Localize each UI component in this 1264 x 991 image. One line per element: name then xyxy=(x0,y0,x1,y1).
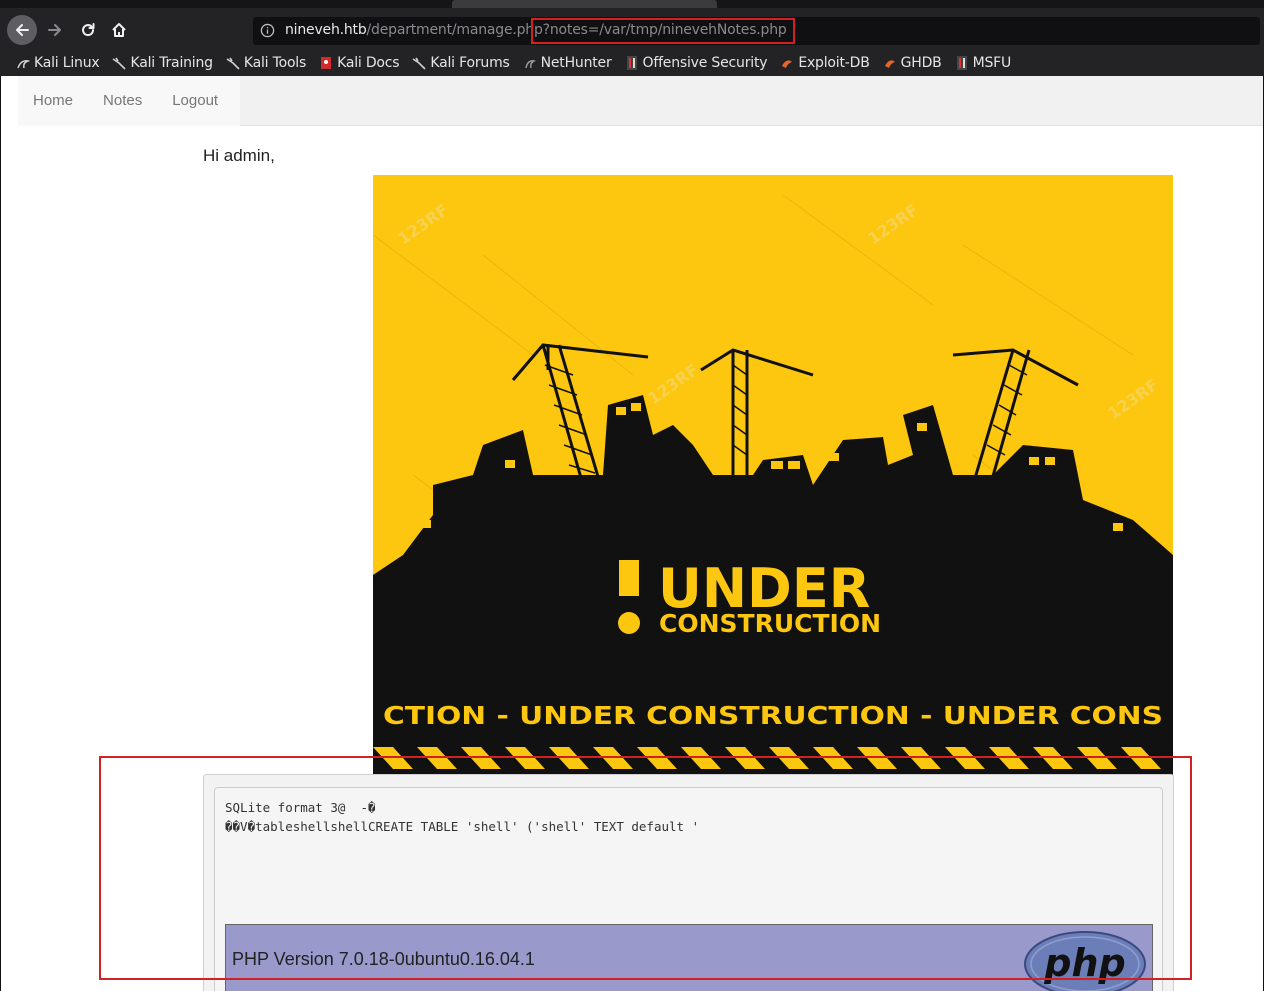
site-nav-links: Home Notes Logout xyxy=(18,76,240,126)
arrow-right-icon xyxy=(48,24,61,36)
bookmarks-toolbar: Kali Linux Kali Training Kali Tools Kali… xyxy=(0,50,1264,76)
nav-logout-link[interactable]: Logout xyxy=(157,76,233,126)
kali-dragon-icon xyxy=(412,57,426,70)
arrow-left-icon xyxy=(16,24,29,36)
ghdb-icon xyxy=(884,60,895,68)
bookmark-msfu[interactable]: MSFU xyxy=(955,55,1011,71)
tab-strip xyxy=(0,0,1264,8)
offsec-icon xyxy=(626,56,637,70)
page-content: Home Notes Logout Hi admin, 123RF 123RF … xyxy=(0,76,1264,991)
forward-button[interactable] xyxy=(40,15,70,45)
kali-docs-icon xyxy=(321,57,332,69)
under-construction-image: 123RF 123RF 123RF 123RF UNDER CONSTRUCTI… xyxy=(373,175,1173,775)
banner-subline-text: CONSTRUCTION xyxy=(659,609,881,638)
greeting-text: Hi admin, xyxy=(203,146,275,165)
active-tab[interactable] xyxy=(452,0,717,8)
bookmark-kali-training[interactable]: Kali Training xyxy=(112,55,213,71)
site-navbar: Home Notes Logout xyxy=(18,76,1263,126)
output-highlight-box xyxy=(99,756,1192,980)
browser-chrome: nineveh.htb/department/manage.php?notes=… xyxy=(0,0,1264,76)
address-bar[interactable]: nineveh.htb/department/manage.php?notes=… xyxy=(253,17,1260,45)
nav-notes-link[interactable]: Notes xyxy=(88,76,157,126)
bookmark-nethunter[interactable]: NetHunter xyxy=(523,55,612,71)
nethunter-icon xyxy=(524,60,536,69)
kali-dragon-icon xyxy=(17,60,30,69)
reload-button[interactable] xyxy=(73,15,103,45)
kali-dragon-icon xyxy=(113,57,127,70)
kali-dragon-icon xyxy=(226,57,240,70)
home-icon xyxy=(112,23,126,37)
back-button[interactable] xyxy=(7,15,37,45)
bookmark-offensive-security[interactable]: Offensive Security xyxy=(625,55,768,71)
banner-ticker-text: CTION - UNDER CONSTRUCTION - UNDER CONS xyxy=(383,701,1163,730)
bookmark-exploit-db[interactable]: Exploit-DB xyxy=(780,55,870,71)
bookmark-kali-tools[interactable]: Kali Tools xyxy=(226,55,306,71)
url-host: nineveh.htb xyxy=(285,22,367,38)
reload-icon xyxy=(82,23,95,37)
offsec-icon xyxy=(956,56,967,70)
bookmark-kali-forums[interactable]: Kali Forums xyxy=(412,55,510,71)
bookmark-kali-docs[interactable]: Kali Docs xyxy=(319,55,400,71)
url-path: /department/manage.php xyxy=(366,22,543,38)
nav-home-link[interactable]: Home xyxy=(18,76,88,126)
info-icon[interactable] xyxy=(260,23,275,38)
bookmark-ghdb[interactable]: GHDB xyxy=(883,55,942,71)
exploitdb-icon xyxy=(782,60,793,68)
url-query-highlight xyxy=(531,18,795,44)
bookmark-kali-linux[interactable]: Kali Linux xyxy=(16,55,100,71)
home-button[interactable] xyxy=(104,15,134,45)
navigation-toolbar: nineveh.htb/department/manage.php?notes=… xyxy=(0,8,1264,50)
